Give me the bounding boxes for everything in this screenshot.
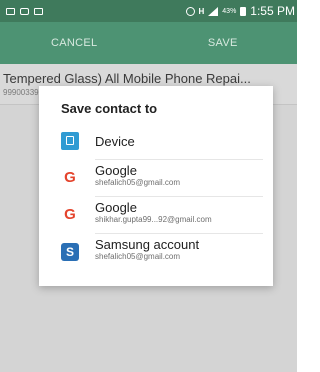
screenshot-notification-icon [6, 7, 15, 15]
status-notification-icons [0, 7, 43, 15]
samsung-account-icon: S [61, 243, 79, 261]
gallery-notification-icon [20, 7, 29, 15]
alarm-icon [185, 6, 195, 16]
screenshot-margin [297, 0, 305, 372]
status-bar: H 43% 1:55 PM [0, 0, 297, 22]
save-contact-dialog: Save contact to Device G Google shefalic… [39, 86, 273, 286]
option-label: Google [95, 200, 137, 215]
status-system-icons: H 43% 1:55 PM [185, 4, 298, 18]
contact-name: Tempered Glass) All Mobile Phone Repai..… [3, 71, 251, 86]
signal-icon [208, 6, 219, 16]
save-button[interactable]: SAVE [149, 37, 298, 49]
dialog-title: Save contact to [61, 101, 158, 116]
device-icon [61, 132, 79, 150]
clock: 1:55 PM [250, 4, 295, 18]
option-label: Samsung account [95, 237, 200, 252]
battery-percent: 43% [222, 7, 237, 15]
option-google-2[interactable]: G Google shikhar.gupta99...92@gmail.com [39, 197, 273, 233]
option-device[interactable]: Device [39, 124, 273, 160]
option-label: Google [95, 163, 137, 178]
network-h-icon: H [198, 6, 205, 16]
battery-icon [240, 6, 247, 16]
action-bar: CANCEL SAVE [0, 22, 297, 64]
cancel-button[interactable]: CANCEL [0, 37, 149, 49]
google-icon: G [64, 169, 76, 186]
option-label: Device [95, 134, 135, 149]
option-account: shefalich05@gmail.com [95, 178, 181, 187]
option-google-1[interactable]: G Google shefalich05@gmail.com [39, 160, 273, 196]
message-notification-icon [34, 7, 43, 15]
option-account: shikhar.gupta99...92@gmail.com [95, 215, 212, 224]
phone-screen: H 43% 1:55 PM CANCEL SAVE Tempered Glass… [0, 0, 297, 372]
option-samsung-account[interactable]: S Samsung account shefalich05@gmail.com [39, 234, 273, 270]
google-icon: G [64, 206, 76, 223]
option-account: shefalich05@gmail.com [95, 252, 181, 261]
